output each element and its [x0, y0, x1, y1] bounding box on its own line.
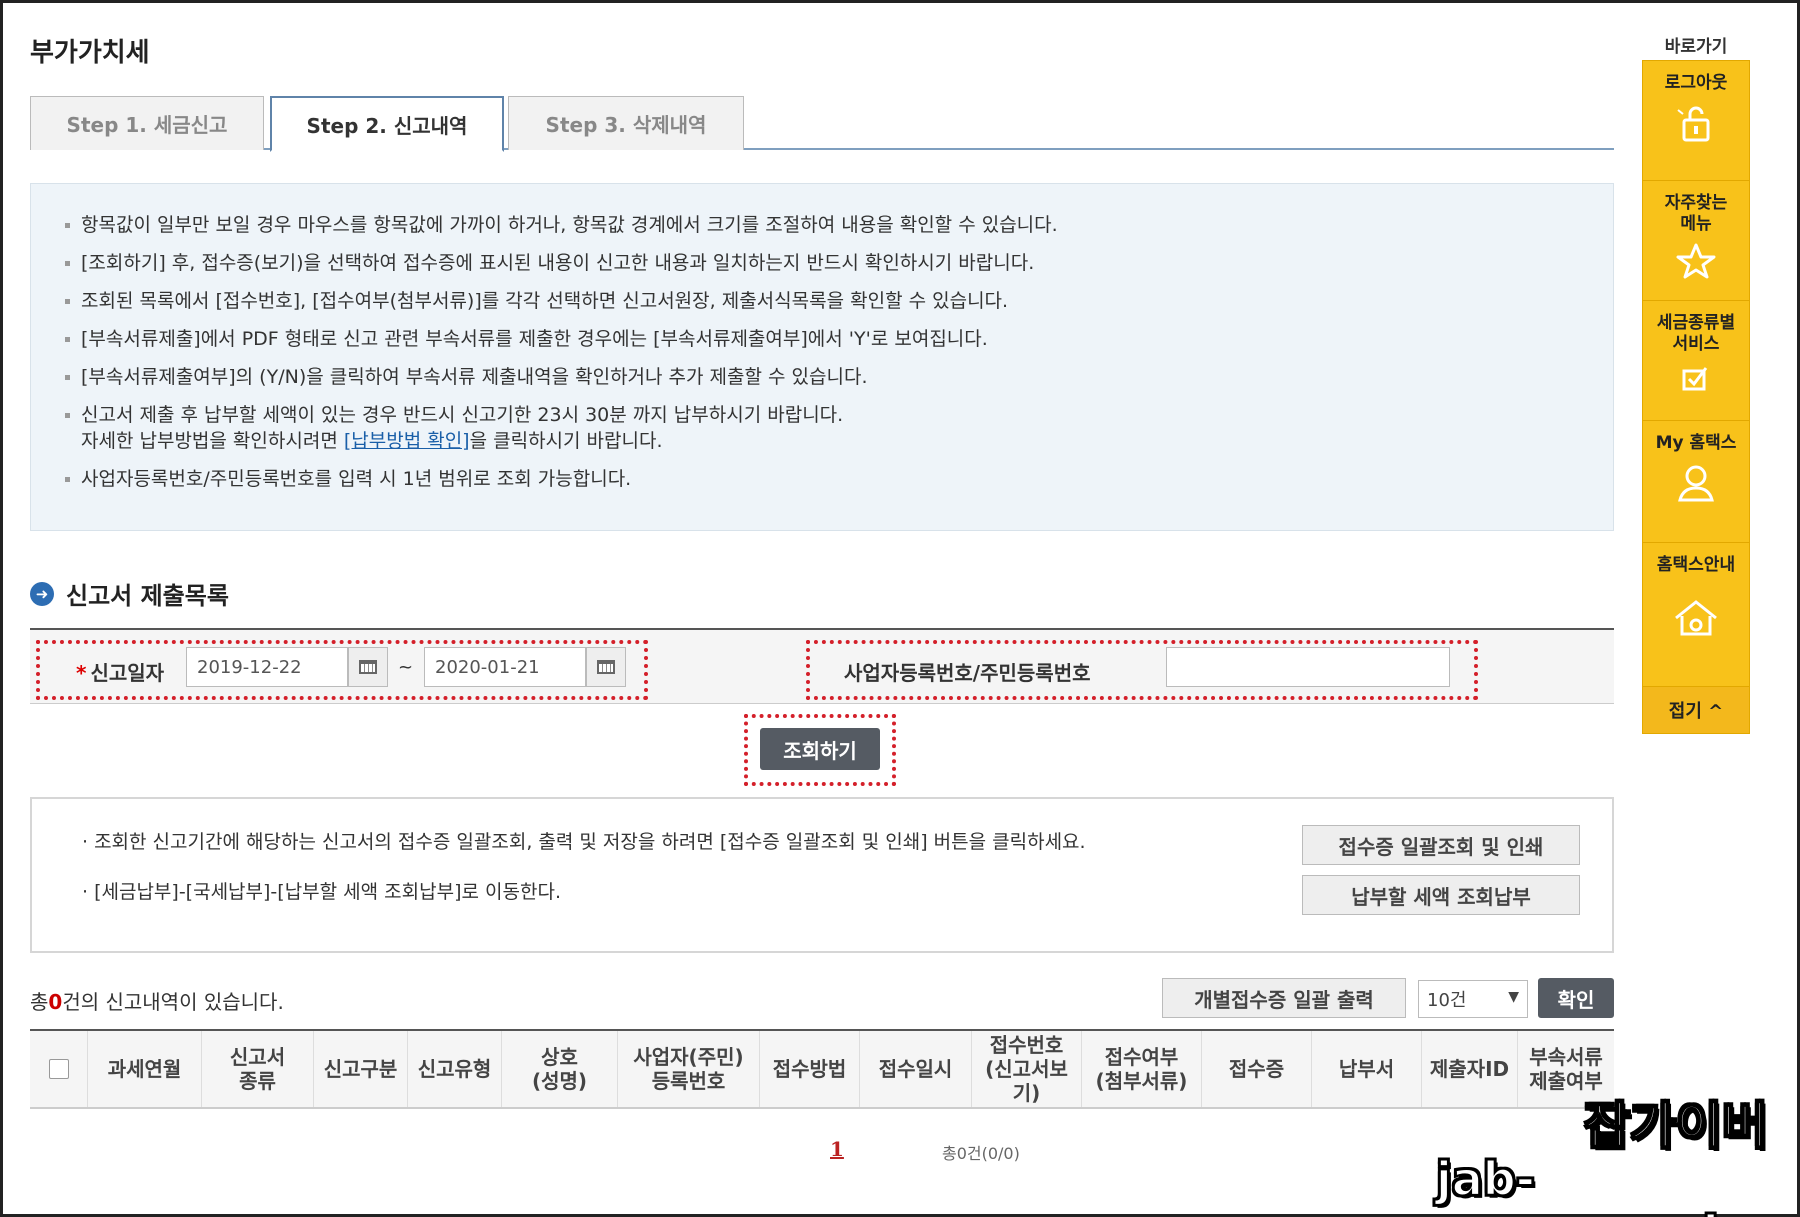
- user-icon: [1643, 462, 1749, 504]
- page-title: 부가가치세: [30, 38, 150, 68]
- notice-item: 사업자등록번호/주민등록번호를 입력 시 1년 범위로 조회 가능합니다.: [65, 466, 1058, 492]
- checkbox-icon: [1643, 363, 1749, 393]
- star-icon: [1643, 243, 1749, 279]
- info-box: · 조회한 신고기간에 해당하는 신고서의 접수증 일괄조회, 출력 및 저장을…: [30, 797, 1614, 953]
- section-title-text: 신고서 제출목록: [66, 582, 229, 610]
- tab-step2[interactable]: Step 2. 신고내역: [270, 96, 504, 152]
- quick-logout-label: 로그아웃: [1664, 73, 1728, 93]
- quick-logout[interactable]: 로그아웃: [1643, 61, 1749, 181]
- select-all-checkbox-cell: [30, 1031, 88, 1107]
- confirm-button[interactable]: 확인: [1538, 978, 1614, 1018]
- quick-hometax-guide[interactable]: 홈택스안내: [1643, 543, 1749, 687]
- arrow-circle-icon: ➜: [30, 581, 54, 606]
- column-header: 접수여부 (첨부서류): [1082, 1031, 1202, 1107]
- quick-menu-title: 바로가기: [1664, 37, 1728, 57]
- quick-my-hometax-label: My 홈택스: [1655, 433, 1737, 453]
- column-header: 제출자ID: [1422, 1031, 1518, 1107]
- notice-box: 항목값이 일부만 보일 경우 마우스를 항목값에 가까이 하거나, 항목값 경계…: [30, 183, 1614, 531]
- tab-step3[interactable]: Step 3. 삭제내역: [508, 96, 744, 150]
- home-info-icon: [1643, 596, 1749, 640]
- query-button[interactable]: 조회하기: [760, 728, 880, 770]
- column-header: 사업자(주민) 등록번호: [618, 1031, 760, 1107]
- dropdown-caret-icon: ▼: [1508, 989, 1519, 1005]
- column-header: 과세연월: [88, 1031, 202, 1107]
- step-tabs: Step 1. 세금신고 Step 2. 신고내역 Step 3. 삭제내역: [30, 96, 1614, 152]
- column-header: 접수일시: [860, 1031, 972, 1107]
- quick-favorites-label: 자주찾는 메뉴: [1664, 193, 1728, 234]
- notice-item: 조회된 목록에서 [접수번호], [접수여부(첨부서류)]를 각각 선택하면 신…: [65, 288, 1058, 314]
- notice-item: [부속서류제출]에서 PDF 형태로 신고 관련 부속서류를 제출한 경우에는 …: [65, 326, 1058, 352]
- column-header: 접수방법: [760, 1031, 860, 1107]
- date-label: * 신고일자: [76, 657, 164, 686]
- notice-item: 항목값이 일부만 보일 경우 마우스를 항목값에 가까이 하거나, 항목값 경계…: [65, 212, 1058, 238]
- watermark-url: jab-guyver.co.kr: [1435, 1151, 1757, 1217]
- quick-menu-body: 로그아웃 자주찾는 메뉴 세금종류별 서비스 My 홈택스 홈택스안내 접기 ^: [1642, 60, 1750, 734]
- column-header: 신고유형: [408, 1031, 502, 1107]
- result-count: 총0건의 신고내역이 있습니다.: [30, 986, 284, 1015]
- column-header: 신고서 종류: [202, 1031, 314, 1107]
- search-box: * 신고일자 2019-12-22 ~ 2020-01-21 사업자등록번호/주민…: [30, 628, 1614, 704]
- section-title: ➜ 신고서 제출목록: [30, 576, 229, 611]
- date-to-input[interactable]: 2020-01-21: [424, 647, 586, 687]
- notice-item-text: 신고서 제출 후 납부할 세액이 있는 경우 반드시 신고기한 23시 30분 …: [81, 404, 844, 426]
- column-header: 상호 (성명): [502, 1031, 618, 1107]
- batch-print-button[interactable]: 개별접수증 일괄 출력: [1162, 978, 1406, 1018]
- column-header: 신고구분: [314, 1031, 408, 1107]
- info-line-payment: · [세금납부]-[국세납부]-[납부할 세액 조회납부]로 이동한다.: [82, 881, 561, 903]
- watermark-title: 잡가이버: [1583, 1096, 1769, 1156]
- info-line-receipt: · 조회한 신고기간에 해당하는 신고서의 접수증 일괄조회, 출력 및 저장을…: [82, 831, 1086, 853]
- biz-number-label: 사업자등록번호/주민등록번호: [844, 661, 1091, 685]
- payment-suffix: 을 클릭하시기 바랍니다.: [469, 430, 663, 452]
- count-suffix: 건의 신고내역이 있습니다.: [62, 990, 284, 1014]
- pagination-total: 총0건(0/0): [942, 1144, 1020, 1163]
- quick-my-hometax[interactable]: My 홈택스: [1643, 421, 1749, 543]
- required-mark: *: [76, 661, 87, 685]
- date-separator: ~: [398, 657, 414, 678]
- column-header: 접수번호 (신고서보기): [972, 1031, 1082, 1107]
- payment-method-link[interactable]: [납부방법 확인]: [344, 430, 470, 452]
- date-from-input[interactable]: 2019-12-22: [186, 647, 348, 687]
- notice-item: [부속서류제출여부]의 (Y/N)을 클릭하여 부속서류 제출내역을 확인하거나…: [65, 364, 1058, 390]
- count-prefix: 총: [30, 990, 49, 1014]
- tax-payment-button[interactable]: 납부할 세액 조회납부: [1302, 875, 1580, 915]
- quick-hometax-guide-label: 홈택스안내: [1656, 555, 1736, 575]
- biz-number-input[interactable]: [1166, 647, 1450, 687]
- select-all-checkbox[interactable]: [48, 1059, 69, 1079]
- column-header: 납부서: [1312, 1031, 1422, 1107]
- table-header: 과세연월 신고서 종류 신고구분 신고유형 상호 (성명) 사업자(주민) 등록…: [30, 1029, 1614, 1109]
- pagination-current-page[interactable]: 1: [830, 1137, 844, 1161]
- payment-sub-line: 자세한 납부방법을 확인하시려면 [납부방법 확인]을 클릭하시기 바랍니다.: [81, 428, 1058, 454]
- count-number: 0: [48, 990, 63, 1014]
- date-label-text: 신고일자: [90, 661, 165, 685]
- calendar-icon[interactable]: [348, 647, 388, 687]
- quick-tax-services-label: 세금종류별 서비스: [1656, 313, 1736, 354]
- receipt-batch-print-button[interactable]: 접수증 일괄조회 및 인쇄: [1302, 825, 1580, 865]
- calendar-icon[interactable]: [586, 647, 626, 687]
- page-size-value: 10건: [1427, 990, 1467, 1011]
- notice-item: [조회하기] 후, 접수증(보기)을 선택하여 접수증에 표시된 내용이 신고한…: [65, 250, 1058, 276]
- quick-menu-fold-button[interactable]: 접기 ^: [1643, 687, 1749, 733]
- column-header: 접수증: [1202, 1031, 1312, 1107]
- notice-item-payment: 신고서 제출 후 납부할 세액이 있는 경우 반드시 신고기한 23시 30분 …: [65, 402, 1058, 454]
- lock-icon: [1643, 102, 1749, 146]
- page-size-select[interactable]: 10건 ▼: [1418, 980, 1528, 1018]
- quick-favorites[interactable]: 자주찾는 메뉴: [1643, 181, 1749, 301]
- payment-prefix: 자세한 납부방법을 확인하시려면: [81, 430, 344, 452]
- quick-tax-services[interactable]: 세금종류별 서비스: [1643, 301, 1749, 421]
- tab-step1[interactable]: Step 1. 세금신고: [30, 96, 264, 150]
